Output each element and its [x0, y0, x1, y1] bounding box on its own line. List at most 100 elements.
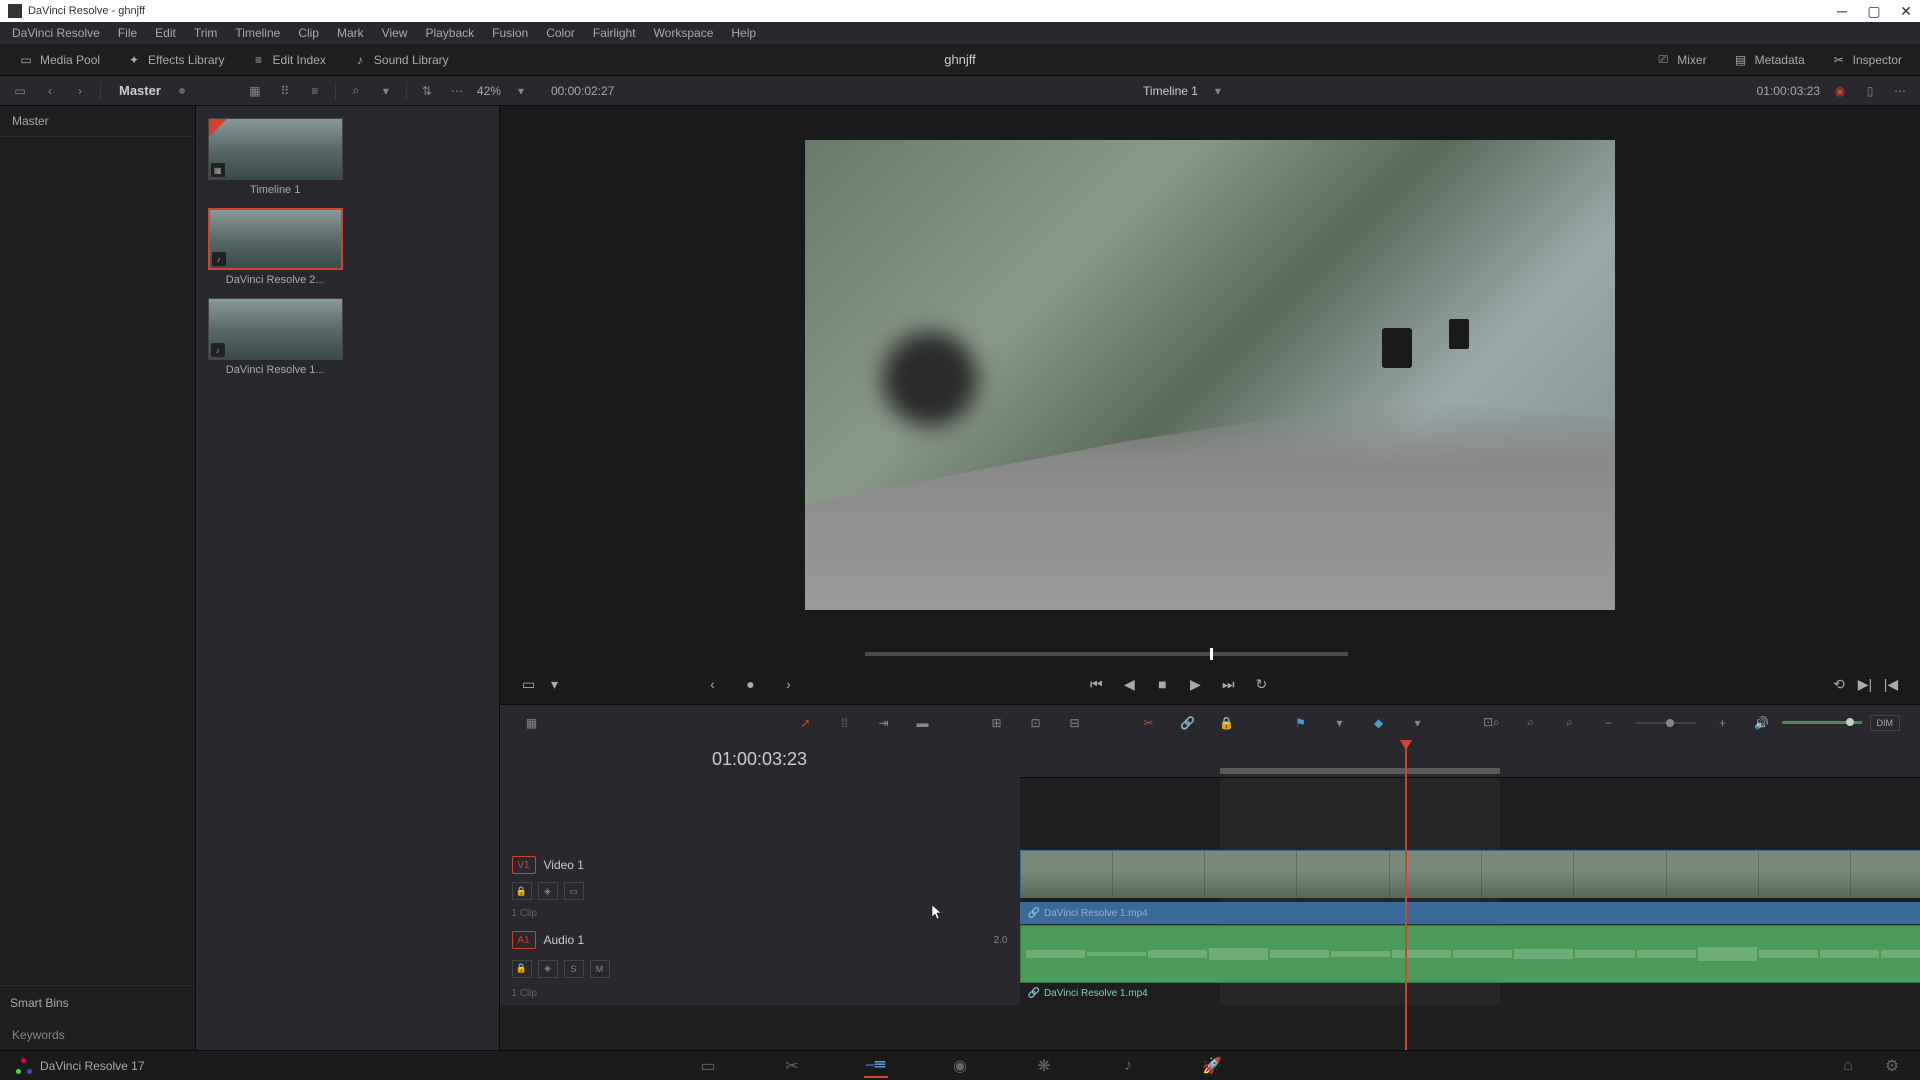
go-last-icon[interactable]: ⏭: [1219, 675, 1237, 693]
play-icon[interactable]: ▶: [1186, 675, 1204, 693]
mixer-toggle[interactable]: ⎚Mixer: [1647, 48, 1714, 72]
clip-tile[interactable]: ♪DaVinci Resolve 2...: [208, 208, 343, 286]
blade-tool-icon[interactable]: ▬: [911, 711, 935, 735]
v1-lock-icon[interactable]: 🔒: [512, 882, 532, 900]
play-reverse-icon[interactable]: ◀: [1120, 675, 1138, 693]
edit-page-icon[interactable]: ⎯☰: [864, 1054, 888, 1078]
zoom-in-icon[interactable]: +: [1711, 711, 1735, 735]
nav-back-icon[interactable]: ‹: [40, 81, 60, 101]
sound-library-toggle[interactable]: ♪Sound Library: [344, 48, 457, 72]
menu-timeline[interactable]: Timeline: [227, 24, 288, 42]
bin-path[interactable]: Master: [119, 83, 161, 98]
zoom-dropdown-icon[interactable]: ▾: [511, 81, 531, 101]
insert-clip-icon[interactable]: ⊞: [985, 711, 1009, 735]
nav-fwd-icon[interactable]: ›: [70, 81, 90, 101]
menu-fusion[interactable]: Fusion: [484, 24, 536, 42]
media-pool-toggle[interactable]: ▭Media Pool: [10, 48, 108, 72]
home-icon[interactable]: ⌂: [1836, 1054, 1860, 1078]
edit-index-toggle[interactable]: ≡Edit Index: [243, 48, 334, 72]
list-view-icon[interactable]: ≡: [305, 81, 325, 101]
zoom-custom-icon[interactable]: ⌕: [1558, 711, 1582, 735]
marker-icon[interactable]: ◆: [1367, 711, 1391, 735]
close-button[interactable]: ✕: [1900, 5, 1912, 17]
settings-icon[interactable]: ⚙: [1880, 1054, 1904, 1078]
menu-fairlight[interactable]: Fairlight: [585, 24, 644, 42]
insert-mode-icon[interactable]: ▭: [520, 675, 538, 693]
blade-edit-icon[interactable]: ✂: [1137, 711, 1161, 735]
volume-icon[interactable]: 🔊: [1750, 711, 1774, 735]
menu-dots-icon[interactable]: ⋯: [447, 81, 467, 101]
search-options-icon[interactable]: ▾: [376, 81, 396, 101]
menu-edit[interactable]: Edit: [147, 24, 184, 42]
step-back-icon[interactable]: |◀: [1882, 675, 1900, 693]
lock-icon[interactable]: 🔒: [1215, 711, 1239, 735]
loop-icon[interactable]: ↻: [1252, 675, 1270, 693]
smart-bins-label[interactable]: Smart Bins: [10, 996, 185, 1010]
cut-page-icon[interactable]: ✂: [780, 1054, 804, 1078]
video-track-header[interactable]: V1 Video 1 🔒 ◈ ▭ 1 Clip: [500, 850, 1020, 925]
v1-disable-icon[interactable]: ▭: [564, 882, 584, 900]
volume-slider[interactable]: [1782, 721, 1862, 724]
bypass-fx-icon[interactable]: ◉: [1830, 81, 1850, 101]
single-viewer-icon[interactable]: ▯: [1860, 81, 1880, 101]
menu-view[interactable]: View: [374, 24, 416, 42]
thumbnail-view-icon[interactable]: ▦: [245, 81, 265, 101]
dynamic-trim-icon[interactable]: ⇥: [872, 711, 896, 735]
link-icon[interactable]: 🔗: [1176, 711, 1200, 735]
match-frame-next-icon[interactable]: ›: [780, 675, 798, 693]
clip-tile[interactable]: ♪DaVinci Resolve 1...: [208, 298, 343, 376]
insert-dropdown-icon[interactable]: ▾: [546, 675, 564, 693]
menu-clip[interactable]: Clip: [290, 24, 327, 42]
search-icon[interactable]: ⌕: [346, 81, 366, 101]
a1-solo-button[interactable]: S: [564, 960, 584, 978]
fusion-page-icon[interactable]: ◉: [948, 1054, 972, 1078]
zoom-out-icon[interactable]: −: [1597, 711, 1621, 735]
overwrite-clip-icon[interactable]: ⊡: [1024, 711, 1048, 735]
replace-clip-icon[interactable]: ⊟: [1063, 711, 1087, 735]
effects-library-toggle[interactable]: ✦Effects Library: [118, 48, 232, 72]
bin-view-icon[interactable]: ▭: [10, 81, 30, 101]
video-clip[interactable]: [1020, 850, 1920, 898]
viewer-canvas[interactable]: [805, 140, 1615, 610]
selection-tool-icon[interactable]: ➚: [794, 711, 818, 735]
inspector-toggle[interactable]: ✂Inspector: [1823, 48, 1910, 72]
grid-view-icon[interactable]: ⠿: [275, 81, 295, 101]
media-page-icon[interactable]: ▭: [696, 1054, 720, 1078]
viewer-menu-icon[interactable]: ⋯: [1890, 81, 1910, 101]
a1-lock-icon[interactable]: 🔒: [512, 960, 532, 978]
a1-auto-icon[interactable]: ◈: [538, 960, 558, 978]
zoom-slider[interactable]: [1636, 722, 1696, 724]
minimize-button[interactable]: ─: [1836, 5, 1848, 17]
metadata-toggle[interactable]: ▤Metadata: [1725, 48, 1813, 72]
sort-icon[interactable]: ⇅: [417, 81, 437, 101]
zoom-percent[interactable]: 42%: [477, 84, 501, 98]
marker-dropdown-icon[interactable]: ▾: [1406, 711, 1430, 735]
a1-mute-button[interactable]: M: [590, 960, 610, 978]
flag-dropdown-icon[interactable]: ▾: [1328, 711, 1352, 735]
menu-playback[interactable]: Playback: [417, 24, 482, 42]
clip-tile[interactable]: ▦Timeline 1: [208, 118, 343, 196]
jog-icon[interactable]: ⟲: [1830, 675, 1848, 693]
audio-clip[interactable]: [1020, 925, 1920, 983]
a1-badge[interactable]: A1: [512, 931, 536, 949]
match-frame-icon[interactable]: ●: [742, 675, 760, 693]
deliver-page-icon[interactable]: 🚀: [1200, 1054, 1224, 1078]
color-page-icon[interactable]: ❋: [1032, 1054, 1056, 1078]
menu-color[interactable]: Color: [538, 24, 583, 42]
timeline-name[interactable]: Timeline 1: [1143, 84, 1198, 98]
keywords-bin[interactable]: Keywords: [0, 1020, 195, 1050]
viewer-scrubber[interactable]: [520, 644, 1901, 664]
menu-file[interactable]: File: [110, 24, 145, 42]
step-fwd-icon[interactable]: ▶|: [1856, 675, 1874, 693]
v1-badge[interactable]: V1: [512, 856, 536, 874]
fairlight-page-icon[interactable]: ♪: [1116, 1054, 1140, 1078]
zoom-detail-icon[interactable]: ⌕: [1519, 711, 1543, 735]
dim-button[interactable]: DIM: [1870, 715, 1901, 731]
stop-icon[interactable]: ■: [1153, 675, 1171, 693]
menu-help[interactable]: Help: [723, 24, 764, 42]
go-first-icon[interactable]: ⏮: [1087, 675, 1105, 693]
bin-master-label[interactable]: Master: [0, 106, 195, 137]
timeline-view-options-icon[interactable]: ▦: [520, 711, 544, 735]
menu-davinci-resolve[interactable]: DaVinci Resolve: [4, 24, 108, 42]
timeline-ruler[interactable]: [1020, 740, 1920, 778]
